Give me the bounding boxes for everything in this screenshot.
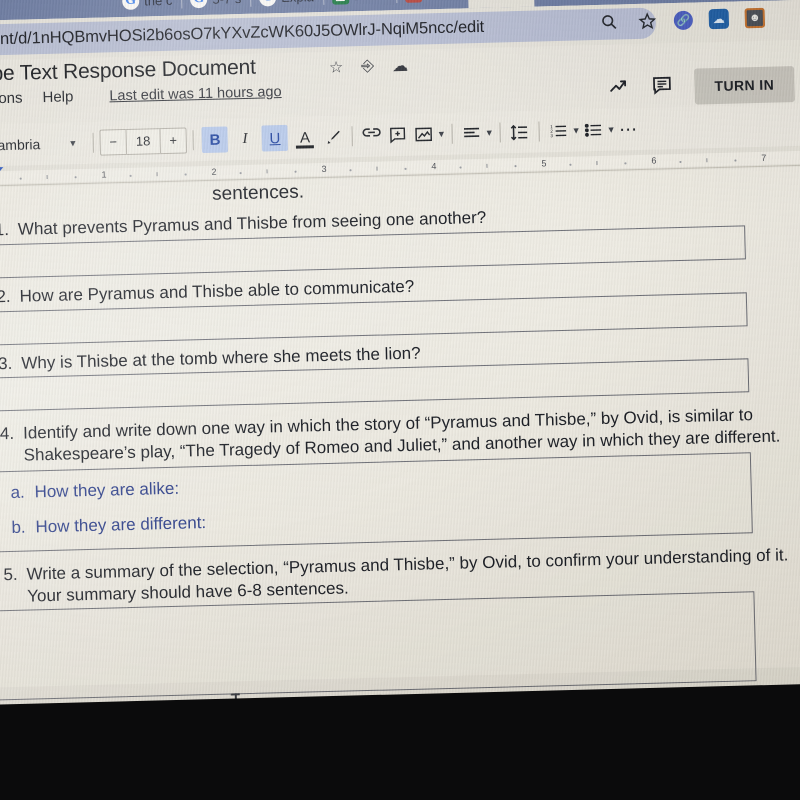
google-icon: G	[259, 0, 277, 7]
insert-image-icon[interactable]	[411, 121, 438, 148]
font-family-label: Cambria	[0, 136, 41, 154]
chevron-down-icon[interactable]: ▼	[437, 129, 446, 139]
document-body: sentences. 1. What prevents Pyramus and …	[0, 167, 800, 702]
font-size-stepper[interactable]: − 18 +	[99, 127, 188, 156]
cloud-saved-icon[interactable]: ☁	[392, 56, 409, 76]
ruler-mark-2: 2	[211, 166, 217, 177]
browser-tab-0[interactable]: G the c	[113, 0, 182, 17]
docs-header-right: TURN IN	[607, 66, 795, 107]
classroom-icon: ☻	[404, 0, 423, 3]
toolbar-divider	[92, 132, 94, 153]
move-to-folder-icon[interactable]: ⎆	[361, 58, 374, 76]
tab-label: 5-7 s	[212, 0, 241, 6]
tab-label: Class	[427, 0, 460, 1]
question-number: 4.	[0, 424, 15, 444]
screen-photo: G the c G 5-7 s G Explà ▣ Edulà ☻	[0, 0, 800, 800]
toolbar-divider	[451, 123, 454, 144]
google-icon: G	[121, 0, 140, 10]
subitem-text: How they are alike:	[34, 478, 180, 502]
star-icon[interactable]: ☆	[329, 57, 344, 77]
menu-item-addons[interactable]: Add-ons	[0, 90, 23, 108]
toolbar-divider	[351, 126, 354, 147]
ruler-mark-1: 1	[101, 169, 107, 180]
title-action-icons: ☆ ⎆ ☁	[329, 56, 409, 78]
ruler-mark-7: 7	[761, 152, 767, 163]
cloud-extension-icon[interactable]: ☁	[708, 8, 730, 30]
tab-label: Edulà	[354, 0, 388, 3]
svg-text:3: 3	[551, 133, 554, 138]
omnibox-actions: 🔗 ☁ ☻	[598, 7, 766, 33]
comment-history-icon[interactable]	[651, 74, 673, 101]
align-icon[interactable]	[459, 120, 486, 147]
line-spacing-icon[interactable]	[506, 119, 533, 146]
last-edit-status[interactable]: Last edit was 11 hours ago	[109, 84, 282, 104]
subitem-answer-box[interactable]: a. How they are alike: b. How they are d…	[0, 452, 753, 554]
new-tab-button[interactable]: +	[534, 0, 577, 2]
insert-link-icon[interactable]	[359, 122, 386, 149]
tab-label: the c	[143, 0, 173, 8]
profile-avatar-icon[interactable]: ☻	[744, 7, 766, 29]
ruler-mark-3: 3	[321, 163, 327, 175]
toolbar-divider	[538, 121, 540, 142]
chevron-down-icon[interactable]: ▼	[485, 128, 494, 138]
font-size-decrease-button[interactable]: −	[100, 130, 126, 155]
toolbar-divider	[192, 130, 195, 151]
activity-trend-icon[interactable]	[607, 76, 630, 102]
subitem: a. How they are alike:	[10, 463, 750, 504]
chevron-down-icon[interactable]: ▼	[572, 125, 581, 135]
search-icon[interactable]	[598, 10, 621, 33]
font-size-increase-button[interactable]: +	[160, 128, 186, 153]
question-number: 5.	[3, 564, 18, 585]
turn-in-button[interactable]: TURN IN	[694, 66, 795, 105]
more-options-icon[interactable]: ⋯	[615, 116, 642, 143]
ruler-mark-4: 4	[431, 161, 437, 172]
page-title[interactable]: and Thisbe Text Response Document	[0, 56, 256, 89]
chevron-down-icon[interactable]: ▼	[606, 125, 615, 135]
browser-window: G the c G 5-7 s G Explà ▣ Edulà ☻	[0, 0, 800, 738]
underline-button[interactable]: U	[261, 124, 289, 152]
question-number: 2.	[0, 286, 11, 307]
menu-item-help[interactable]: Help	[42, 88, 73, 106]
font-family-dropdown[interactable]: Cambria ▼	[0, 128, 87, 161]
font-size-value[interactable]: 18	[125, 129, 161, 154]
highlight-pen-icon[interactable]	[320, 123, 347, 150]
docs-menubar: Tools Add-ons Help Last edit was 11 hour…	[0, 83, 282, 109]
bold-button[interactable]: B	[201, 126, 229, 154]
subitem-label: b.	[11, 517, 26, 537]
subitem-text: How they are different:	[35, 512, 207, 537]
bookmark-star-icon[interactable]	[636, 9, 659, 32]
subitem-label: a.	[10, 482, 25, 502]
question-number: 1.	[0, 219, 10, 240]
chevron-down-icon: ▼	[68, 138, 78, 149]
subitem: b. How they are different:	[11, 498, 751, 539]
document-page[interactable]: sentences. 1. What prevents Pyramus and …	[0, 165, 800, 711]
sheets-icon: ▣	[331, 0, 349, 5]
google-icon: G	[190, 0, 208, 8]
text-color-button[interactable]: A	[292, 124, 319, 151]
italic-button[interactable]: I	[232, 126, 259, 153]
tab-label: Explà	[281, 0, 314, 4]
question-number: 3.	[0, 353, 13, 373]
link-extension-icon[interactable]: 🔗	[673, 10, 694, 30]
indent-marker[interactable]	[0, 167, 4, 177]
bulleted-list-icon[interactable]	[580, 117, 607, 144]
ruler-mark-6: 6	[651, 155, 657, 166]
ruler-mark-5: 5	[541, 158, 547, 169]
answer-box[interactable]	[0, 591, 757, 702]
url-text: cument/d/1nHQBmvHOSi2b6osO7kYXvZcWK60J5O…	[0, 17, 485, 50]
add-comment-icon[interactable]	[385, 122, 412, 149]
numbered-list-icon[interactable]: 1 2 3	[545, 118, 572, 145]
toolbar-divider	[499, 122, 501, 143]
